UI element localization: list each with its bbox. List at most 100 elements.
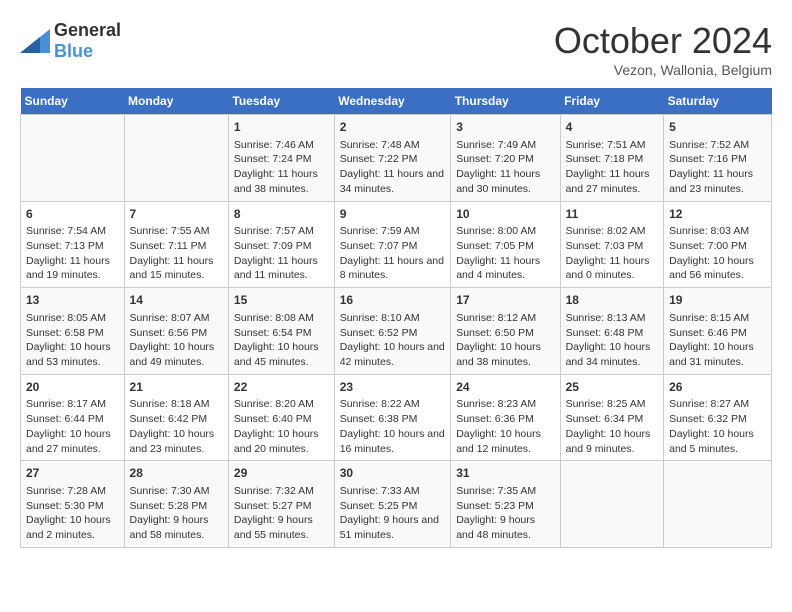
day-info: Sunrise: 8:07 AMSunset: 6:56 PMDaylight:…	[130, 311, 223, 370]
calendar-cell: 27Sunrise: 7:28 AMSunset: 5:30 PMDayligh…	[21, 461, 125, 548]
calendar-cell: 24Sunrise: 8:23 AMSunset: 6:36 PMDayligh…	[451, 374, 560, 461]
header: General Blue October 2024 Vezon, Walloni…	[20, 20, 772, 78]
day-header-wednesday: Wednesday	[334, 88, 451, 115]
day-info: Sunrise: 7:57 AMSunset: 7:09 PMDaylight:…	[234, 224, 329, 283]
day-info: Sunrise: 7:52 AMSunset: 7:16 PMDaylight:…	[669, 138, 766, 197]
day-number: 28	[130, 465, 223, 482]
day-info: Sunrise: 8:20 AMSunset: 6:40 PMDaylight:…	[234, 397, 329, 456]
calendar-cell: 7Sunrise: 7:55 AMSunset: 7:11 PMDaylight…	[124, 201, 228, 288]
calendar-cell: 23Sunrise: 8:22 AMSunset: 6:38 PMDayligh…	[334, 374, 451, 461]
logo: General Blue	[20, 20, 121, 62]
day-number: 12	[669, 206, 766, 223]
day-info: Sunrise: 8:02 AMSunset: 7:03 PMDaylight:…	[566, 224, 659, 283]
day-info: Sunrise: 7:32 AMSunset: 5:27 PMDaylight:…	[234, 484, 329, 543]
day-number: 11	[566, 206, 659, 223]
day-number: 22	[234, 379, 329, 396]
day-info: Sunrise: 7:46 AMSunset: 7:24 PMDaylight:…	[234, 138, 329, 197]
day-number: 18	[566, 292, 659, 309]
day-number: 20	[26, 379, 119, 396]
calendar-cell: 28 Sunrise: 7:30 AMSunset: 5:28 PMDayligh…	[124, 461, 228, 548]
day-info: Sunrise: 8:00 AMSunset: 7:05 PMDaylight:…	[456, 224, 554, 283]
calendar-cell: 11Sunrise: 8:02 AMSunset: 7:03 PMDayligh…	[560, 201, 664, 288]
calendar-cell: 18 Sunrise: 8:13 AMSunset: 6:48 PMDayligh…	[560, 288, 664, 375]
day-number: 13	[26, 292, 119, 309]
day-header-tuesday: Tuesday	[228, 88, 334, 115]
header-row: SundayMondayTuesdayWednesdayThursdayFrid…	[21, 88, 772, 115]
day-number: 23	[340, 379, 446, 396]
day-number: 25	[566, 379, 659, 396]
day-number: 3	[456, 119, 554, 136]
day-header-thursday: Thursday	[451, 88, 560, 115]
day-number: 5	[669, 119, 766, 136]
day-number: 10	[456, 206, 554, 223]
calendar-week-2: 6Sunrise: 7:54 AMSunset: 7:13 PMDaylight…	[21, 201, 772, 288]
day-number: 2	[340, 119, 446, 136]
day-header-sunday: Sunday	[21, 88, 125, 115]
calendar-cell	[560, 461, 664, 548]
day-header-friday: Friday	[560, 88, 664, 115]
day-info: Sunrise: 7:54 AMSunset: 7:13 PMDaylight:…	[26, 224, 119, 283]
day-info: Sunrise: 8:22 AMSunset: 6:38 PMDaylight:…	[340, 397, 446, 456]
day-info: Sunrise: 7:48 AMSunset: 7:22 PMDaylight:…	[340, 138, 446, 197]
day-number: 16	[340, 292, 446, 309]
day-number: 30	[340, 465, 446, 482]
calendar-cell	[21, 115, 125, 202]
subtitle: Vezon, Wallonia, Belgium	[554, 62, 772, 78]
day-info: Sunrise: 8:27 AMSunset: 6:32 PMDaylight:…	[669, 397, 766, 456]
day-number: 9	[340, 206, 446, 223]
calendar-cell: 17 Sunrise: 8:12 AMSunset: 6:50 PMDayligh…	[451, 288, 560, 375]
calendar-cell: 19 Sunrise: 8:15 AMSunset: 6:46 PMDayligh…	[664, 288, 772, 375]
calendar-cell: 22Sunrise: 8:20 AMSunset: 6:40 PMDayligh…	[228, 374, 334, 461]
calendar-cell: 25Sunrise: 8:25 AMSunset: 6:34 PMDayligh…	[560, 374, 664, 461]
day-number: 29	[234, 465, 329, 482]
day-info: Sunrise: 7:35 AMSunset: 5:23 PMDaylight:…	[456, 484, 554, 543]
calendar-cell: 6Sunrise: 7:54 AMSunset: 7:13 PMDaylight…	[21, 201, 125, 288]
calendar-cell: 20Sunrise: 8:17 AMSunset: 6:44 PMDayligh…	[21, 374, 125, 461]
calendar-cell: 2 Sunrise: 7:48 AMSunset: 7:22 PMDaylight…	[334, 115, 451, 202]
day-number: 6	[26, 206, 119, 223]
calendar-cell: 9Sunrise: 7:59 AMSunset: 7:07 PMDaylight…	[334, 201, 451, 288]
day-number: 7	[130, 206, 223, 223]
day-number: 1	[234, 119, 329, 136]
calendar-cell	[124, 115, 228, 202]
month-title: October 2024	[554, 20, 772, 62]
title-area: October 2024 Vezon, Wallonia, Belgium	[554, 20, 772, 78]
logo-text: General Blue	[54, 20, 121, 62]
calendar-cell: 31 Sunrise: 7:35 AMSunset: 5:23 PMDayligh…	[451, 461, 560, 548]
calendar-cell: 1 Sunrise: 7:46 AMSunset: 7:24 PMDaylight…	[228, 115, 334, 202]
day-number: 14	[130, 292, 223, 309]
calendar-week-5: 27Sunrise: 7:28 AMSunset: 5:30 PMDayligh…	[21, 461, 772, 548]
day-info: Sunrise: 7:55 AMSunset: 7:11 PMDaylight:…	[130, 224, 223, 283]
day-info: Sunrise: 7:49 AMSunset: 7:20 PMDaylight:…	[456, 138, 554, 197]
day-number: 15	[234, 292, 329, 309]
day-info: Sunrise: 7:30 AMSunset: 5:28 PMDaylight:…	[130, 484, 223, 543]
calendar-week-1: 1 Sunrise: 7:46 AMSunset: 7:24 PMDaylight…	[21, 115, 772, 202]
calendar-cell: 5 Sunrise: 7:52 AMSunset: 7:16 PMDaylight…	[664, 115, 772, 202]
day-info: Sunrise: 8:08 AMSunset: 6:54 PMDaylight:…	[234, 311, 329, 370]
logo-general: General	[54, 20, 121, 40]
calendar-table: SundayMondayTuesdayWednesdayThursdayFrid…	[20, 88, 772, 548]
day-info: Sunrise: 8:13 AMSunset: 6:48 PMDaylight:…	[566, 311, 659, 370]
logo-blue: Blue	[54, 41, 93, 61]
day-info: Sunrise: 8:05 AMSunset: 6:58 PMDaylight:…	[26, 311, 119, 370]
day-header-monday: Monday	[124, 88, 228, 115]
day-info: Sunrise: 7:59 AMSunset: 7:07 PMDaylight:…	[340, 224, 446, 283]
calendar-week-4: 20Sunrise: 8:17 AMSunset: 6:44 PMDayligh…	[21, 374, 772, 461]
calendar-cell: 10Sunrise: 8:00 AMSunset: 7:05 PMDayligh…	[451, 201, 560, 288]
day-number: 17	[456, 292, 554, 309]
calendar-cell: 30Sunrise: 7:33 AMSunset: 5:25 PMDayligh…	[334, 461, 451, 548]
calendar-cell: 26Sunrise: 8:27 AMSunset: 6:32 PMDayligh…	[664, 374, 772, 461]
calendar-cell: 29 Sunrise: 7:32 AMSunset: 5:27 PMDayligh…	[228, 461, 334, 548]
day-info: Sunrise: 8:17 AMSunset: 6:44 PMDaylight:…	[26, 397, 119, 456]
calendar-cell: 15 Sunrise: 8:08 AMSunset: 6:54 PMDayligh…	[228, 288, 334, 375]
calendar-cell	[664, 461, 772, 548]
day-number: 31	[456, 465, 554, 482]
day-number: 19	[669, 292, 766, 309]
day-info: Sunrise: 8:15 AMSunset: 6:46 PMDaylight:…	[669, 311, 766, 370]
calendar-cell: 3 Sunrise: 7:49 AMSunset: 7:20 PMDaylight…	[451, 115, 560, 202]
calendar-cell: 14 Sunrise: 8:07 AMSunset: 6:56 PMDayligh…	[124, 288, 228, 375]
day-info: Sunrise: 8:12 AMSunset: 6:50 PMDaylight:…	[456, 311, 554, 370]
calendar-cell: 16Sunrise: 8:10 AMSunset: 6:52 PMDayligh…	[334, 288, 451, 375]
calendar-cell: 8Sunrise: 7:57 AMSunset: 7:09 PMDaylight…	[228, 201, 334, 288]
day-info: Sunrise: 7:51 AMSunset: 7:18 PMDaylight:…	[566, 138, 659, 197]
